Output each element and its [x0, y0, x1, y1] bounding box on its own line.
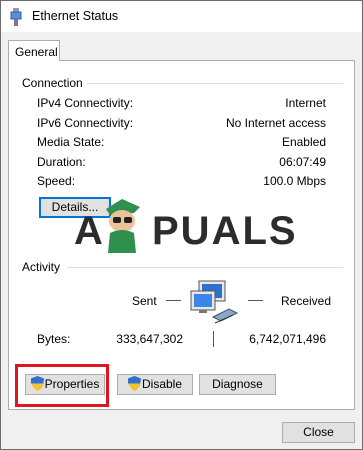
ethernet-plug-icon — [10, 8, 22, 26]
bytes-separator — [213, 331, 214, 347]
tab-general[interactable]: General — [8, 40, 60, 61]
disable-label: Disable — [141, 377, 183, 391]
ipv6-label: IPv6 Connectivity: — [37, 116, 134, 130]
ipv4-label: IPv4 Connectivity: — [37, 96, 134, 110]
network-computers-icon — [190, 280, 239, 324]
title-bar[interactable]: Ethernet Status — [1, 1, 362, 32]
connection-divider — [87, 83, 343, 84]
mascot-icon — [106, 199, 140, 253]
duration-label: Duration: — [37, 155, 86, 169]
ipv4-value: Internet — [285, 96, 326, 110]
disable-button[interactable]: Disable — [117, 374, 193, 395]
bytes-received-value: 6,742,071,496 — [249, 332, 326, 346]
received-label: Received — [281, 294, 332, 308]
activity-heading: Activity — [22, 260, 61, 274]
speed-value: 100.0 Mbps — [263, 174, 326, 188]
watermark-text: PUALS — [152, 209, 298, 253]
media-state-label: Media State: — [37, 135, 105, 149]
uac-shield-icon — [127, 376, 141, 391]
received-dash — [248, 300, 263, 301]
tab-general-label: General — [15, 45, 58, 59]
media-state-value: Enabled — [281, 135, 326, 149]
ethernet-status-window: Ethernet Status General Connection IPv4 … — [0, 0, 363, 450]
connection-heading: Connection — [22, 76, 83, 90]
diagnose-button[interactable]: Diagnose — [199, 374, 276, 395]
properties-highlight-box — [15, 364, 109, 407]
bytes-sent-value: 333,647,302 — [116, 332, 183, 346]
close-button[interactable]: Close — [282, 422, 355, 443]
bytes-label: Bytes: — [37, 332, 71, 346]
sent-dash — [166, 300, 181, 301]
activity-divider — [67, 267, 343, 268]
window-title: Ethernet Status — [32, 9, 119, 23]
speed-label: Speed: — [37, 174, 76, 188]
duration-value: 06:07:49 — [279, 155, 326, 169]
sent-label: Sent — [132, 294, 157, 308]
ipv6-value: No Internet access — [225, 116, 326, 130]
